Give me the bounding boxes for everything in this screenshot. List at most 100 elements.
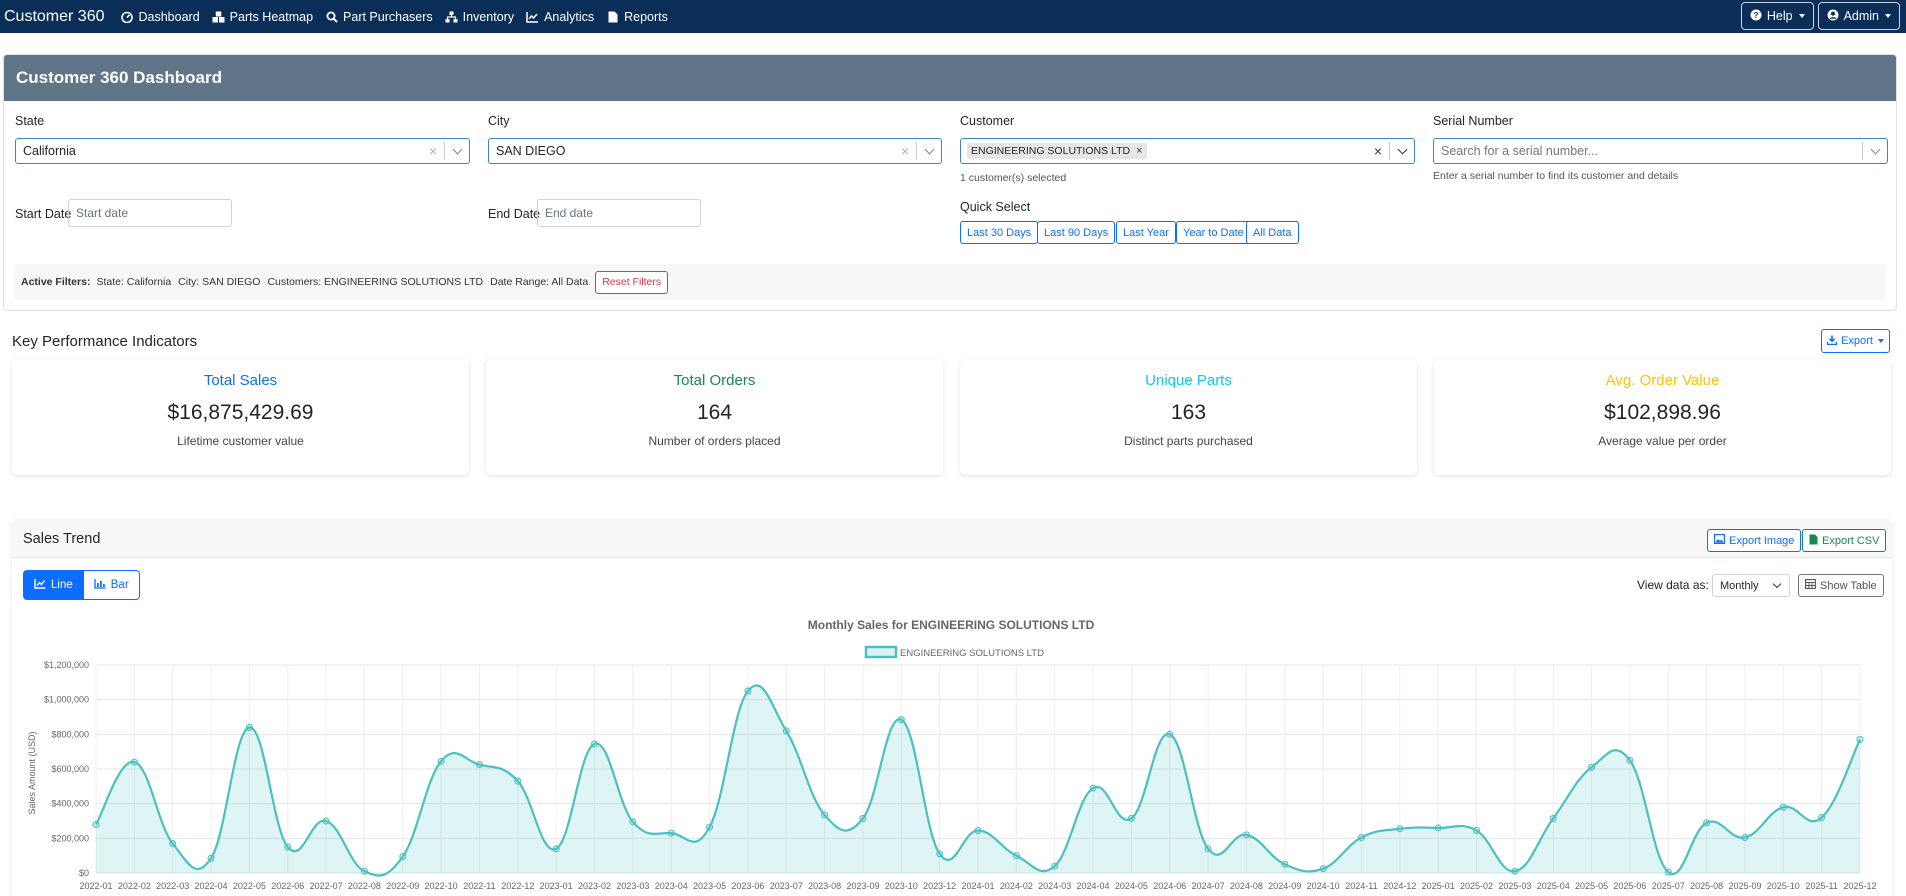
data-point[interactable] xyxy=(936,850,944,858)
line-chart-icon xyxy=(526,10,539,23)
data-point[interactable] xyxy=(360,867,368,875)
brand[interactable]: Customer 360 xyxy=(4,8,105,26)
line-chart-button[interactable]: Line xyxy=(23,570,84,600)
data-point[interactable] xyxy=(322,817,330,825)
data-point[interactable] xyxy=(1396,825,1404,833)
data-point[interactable] xyxy=(1779,803,1787,811)
data-point[interactable] xyxy=(1127,814,1135,822)
nav-part-purchasers[interactable]: Part Purchasers xyxy=(325,10,433,24)
nav-inventory[interactable]: Inventory xyxy=(445,10,514,24)
data-point[interactable] xyxy=(1357,833,1365,841)
data-point[interactable] xyxy=(399,853,407,861)
last-90-days-button[interactable]: Last 90 Days xyxy=(1037,221,1116,244)
data-point[interactable] xyxy=(475,761,483,769)
data-point[interactable] xyxy=(207,854,215,862)
data-point[interactable] xyxy=(1664,868,1672,876)
remove-chip-icon[interactable]: × xyxy=(1136,145,1142,157)
last-year-button[interactable]: Last Year xyxy=(1116,221,1176,244)
export-image-button[interactable]: Export Image xyxy=(1707,529,1802,552)
data-point[interactable] xyxy=(1511,867,1519,875)
data-point[interactable] xyxy=(591,740,599,748)
chevron-down-icon[interactable] xyxy=(445,144,469,154)
data-point[interactable] xyxy=(1319,865,1327,873)
serial-search-input[interactable]: Search for a serial number... xyxy=(1433,138,1888,164)
year-to-date-button[interactable]: Year to Date xyxy=(1176,221,1251,244)
x-tick-label: 2022-07 xyxy=(310,881,343,891)
x-tick-label: 2024-06 xyxy=(1153,881,1186,891)
data-point[interactable] xyxy=(1856,736,1864,744)
serial-placeholder: Search for a serial number... xyxy=(1441,144,1599,158)
all-data-button[interactable]: All Data xyxy=(1246,221,1299,244)
data-point[interactable] xyxy=(130,758,138,766)
data-point[interactable] xyxy=(1588,763,1596,771)
nav-parts-heatmap[interactable]: Parts Heatmap xyxy=(212,10,313,24)
data-point[interactable] xyxy=(1012,852,1020,860)
data-point[interactable] xyxy=(1473,827,1481,835)
reset-filters-button[interactable]: Reset Filters xyxy=(595,270,669,294)
nav-dashboard[interactable]: Dashboard xyxy=(121,10,200,24)
data-point[interactable] xyxy=(1204,845,1212,853)
data-point[interactable] xyxy=(629,818,637,826)
data-point[interactable] xyxy=(897,716,905,724)
city-label: City xyxy=(488,114,510,128)
data-point[interactable] xyxy=(245,723,253,731)
data-point[interactable] xyxy=(1818,814,1826,822)
customer-select[interactable]: ENGINEERING SOLUTIONS LTD × × xyxy=(960,138,1415,164)
clear-icon[interactable]: × xyxy=(422,143,444,159)
x-tick-label: 2025-09 xyxy=(1728,881,1761,891)
data-point[interactable] xyxy=(706,823,714,831)
data-point[interactable] xyxy=(1549,814,1557,822)
data-point[interactable] xyxy=(514,777,522,785)
start-date-input[interactable]: Start date xyxy=(68,199,232,227)
customer-chip[interactable]: ENGINEERING SOLUTIONS LTD × xyxy=(967,143,1147,159)
clear-icon[interactable]: × xyxy=(1367,143,1389,159)
data-point[interactable] xyxy=(1703,819,1711,827)
bar-chart-button[interactable]: Bar xyxy=(83,570,140,600)
data-point[interactable] xyxy=(1434,824,1442,832)
x-tick-label: 2022-01 xyxy=(79,881,112,891)
state-select[interactable]: California × xyxy=(15,138,470,164)
admin-dropdown[interactable]: Admin xyxy=(1817,2,1900,30)
chevron-down-icon[interactable] xyxy=(1863,144,1887,154)
end-date-input[interactable]: End date xyxy=(537,199,701,227)
last-30-days-button[interactable]: Last 30 Days xyxy=(960,221,1039,244)
kpi-export-button[interactable]: Export xyxy=(1821,329,1890,353)
data-point[interactable] xyxy=(859,814,867,822)
data-point[interactable] xyxy=(821,811,829,819)
legend-label: ENGINEERING SOLUTIONS LTD xyxy=(900,648,1044,659)
help-dropdown[interactable]: ? Help xyxy=(1740,2,1814,30)
clear-icon[interactable]: × xyxy=(894,143,916,159)
nav-reports[interactable]: Reports xyxy=(606,10,668,24)
data-point[interactable] xyxy=(974,827,982,835)
data-point[interactable] xyxy=(552,845,560,853)
data-point[interactable] xyxy=(667,829,675,837)
data-point[interactable] xyxy=(1242,831,1250,839)
data-point[interactable] xyxy=(169,840,177,848)
sales-trend-header: Sales Trend xyxy=(12,520,1892,558)
data-point[interactable] xyxy=(437,757,445,765)
data-point[interactable] xyxy=(1166,730,1174,738)
chevron-down-icon[interactable] xyxy=(917,144,941,154)
data-point[interactable] xyxy=(744,687,752,695)
data-point[interactable] xyxy=(1089,784,1097,792)
nav-analytics[interactable]: Analytics xyxy=(526,10,594,24)
data-point[interactable] xyxy=(1741,833,1749,841)
data-point[interactable] xyxy=(1626,756,1634,764)
data-point[interactable] xyxy=(1051,862,1059,870)
nav-parts-heatmap-label: Parts Heatmap xyxy=(229,9,314,24)
active-filters-bar: Active Filters: State: California City: … xyxy=(14,264,1886,300)
view-data-label: View data as: xyxy=(1637,578,1709,592)
data-point[interactable] xyxy=(782,727,790,735)
city-select[interactable]: SAN DIEGO × xyxy=(488,138,942,164)
data-point[interactable] xyxy=(1281,860,1289,868)
x-tick-label: 2025-12 xyxy=(1843,881,1876,891)
export-csv-button[interactable]: Export CSV xyxy=(1802,529,1887,552)
chart-legend[interactable]: ENGINEERING SOLUTIONS LTD xyxy=(864,645,1044,659)
data-point[interactable] xyxy=(284,843,292,851)
show-table-button[interactable]: Show Table xyxy=(1798,574,1884,597)
chevron-down-icon[interactable] xyxy=(1390,144,1414,154)
x-tick-label: 2023-10 xyxy=(885,881,918,891)
view-data-select[interactable]: Monthly xyxy=(1712,574,1790,597)
data-point[interactable] xyxy=(92,820,100,828)
x-tick-label: 2022-10 xyxy=(425,881,458,891)
